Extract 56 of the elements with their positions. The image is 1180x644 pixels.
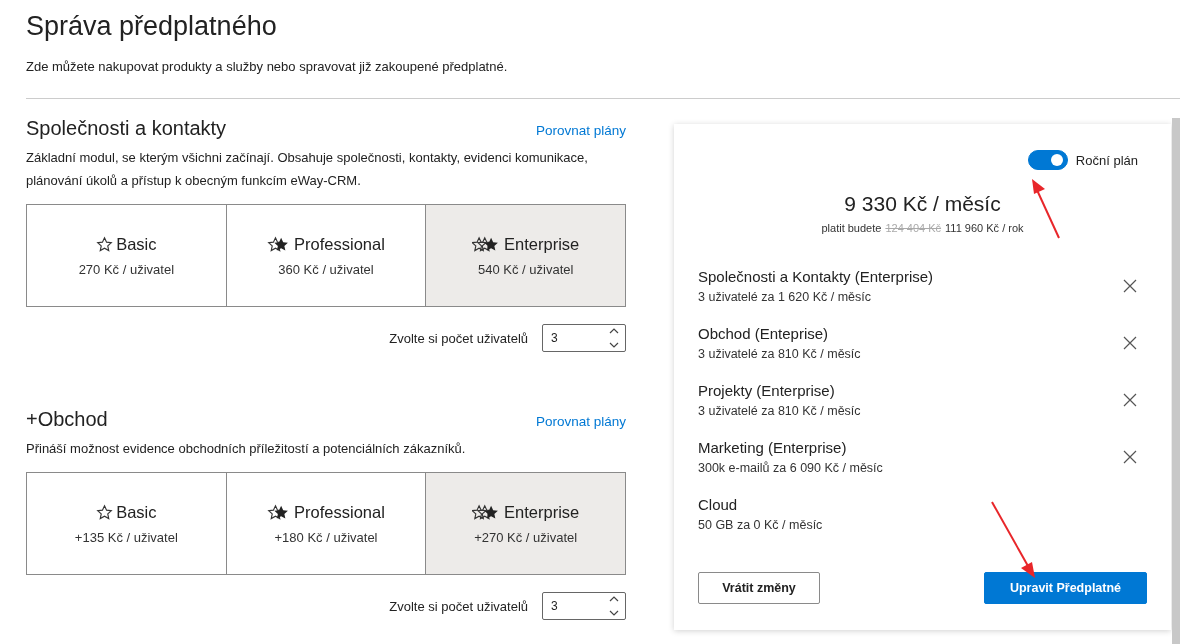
- module-title: Společnosti a kontakty: [26, 117, 227, 140]
- item-name: Obchod (Enteprise): [698, 325, 830, 342]
- user-count-field[interactable]: 3: [542, 592, 626, 620]
- module-title: +Obchod: [26, 408, 108, 431]
- module-description: Přináší možnost evidence obchodních příležitostí a potenciálních zákazníků.: [26, 440, 467, 458]
- plan-card[interactable]: Enterprise +270 Kč / uživatel: [425, 473, 625, 574]
- spinner-arrows-icon[interactable]: [609, 595, 619, 617]
- update-button[interactable]: Upravit Předplatné: [984, 572, 1147, 604]
- plan-name: Professional: [294, 234, 385, 254]
- plan-price: 270 Kč / uživatel: [78, 261, 175, 277]
- plan-name: Basic: [116, 502, 157, 522]
- scrollbar[interactable]: [1172, 118, 1180, 644]
- pay-label: platit budete: [821, 222, 882, 234]
- plan-card[interactable]: Enterprise 540 Kč / uživatel: [425, 205, 625, 306]
- user-count-field[interactable]: 3: [542, 324, 626, 352]
- plan-price: +270 Kč / uživatel: [474, 529, 578, 545]
- item-detail: 3 uživatelé za 1 620 Kč / měsíc: [698, 290, 872, 304]
- close-icon[interactable]: [1123, 450, 1137, 464]
- compare-plans-link[interactable]: Porovnat plány: [535, 123, 626, 138]
- old-price: 124 404 Kč: [885, 222, 942, 234]
- yearly-total: 111 960 Kč / rok: [945, 222, 1024, 234]
- user-count-label: Zvolte si počet uživatelů: [389, 330, 528, 346]
- page-title: Správa předplatného: [25, 10, 278, 42]
- user-count-label: Zvolte si počet uživatelů: [389, 598, 528, 614]
- plan-price: 360 Kč / uživatel: [278, 261, 374, 277]
- page-subtitle: Zde můžete nakupovat produkty a služby nebo spravovat již zakoupené předplatné.: [26, 59, 509, 74]
- star-outline-icon: [96, 503, 114, 521]
- toggle-label: Roční plán: [1075, 152, 1138, 168]
- item-detail: 3 uživatelé za 810 Kč / měsíc: [698, 347, 861, 361]
- close-icon[interactable]: [1123, 336, 1137, 350]
- annual-plan-toggle[interactable]: [1027, 150, 1068, 170]
- module-description: Základní modul, se kterým všichni začínají. Obsahuje společnosti, kontakty, evidenci komunikace, plánování úkolů a přístup k obecným funkcím eWay-CRM.: [26, 149, 589, 190]
- annotation-arrow: [1029, 178, 1061, 240]
- plan-card[interactable]: Basic +135 Kč / uživatel: [27, 473, 226, 574]
- plan-price: +180 Kč / uživatel: [274, 529, 378, 545]
- compare-plans-link[interactable]: Porovnat plány: [535, 414, 626, 429]
- plan-name: Professional: [294, 502, 385, 522]
- item-detail: 3 uživatelé za 810 Kč / měsíc: [698, 404, 861, 418]
- plan-name: Enterprise: [504, 234, 580, 254]
- item-name: Společnosti a Kontakty (Enterprise): [698, 268, 934, 285]
- item-detail: 50 GB za 0 Kč / měsíc: [698, 518, 823, 532]
- close-icon[interactable]: [1123, 393, 1137, 407]
- spinner-arrows-icon[interactable]: [609, 327, 619, 349]
- revert-button[interactable]: Vrátit změny: [698, 572, 820, 604]
- plan-name: Basic: [116, 234, 157, 254]
- close-icon[interactable]: [1123, 279, 1137, 293]
- item-name: Marketing (Enterprise): [698, 439, 848, 456]
- item-name: Projekty (Enterprise): [698, 382, 836, 399]
- plan-card[interactable]: Basic 270 Kč / uživatel: [27, 205, 226, 306]
- plan-price: 540 Kč / uživatel: [478, 261, 574, 277]
- plan-name: Enterprise: [504, 502, 580, 522]
- plan-price: +135 Kč / uživatel: [74, 529, 178, 545]
- monthly-total: 9 330 Kč / měsíc: [843, 192, 1002, 216]
- star-outline-icon: [96, 235, 114, 253]
- item-detail: 300k e-mailů za 6 090 Kč / měsíc: [698, 461, 883, 475]
- item-name: Cloud: [698, 496, 739, 513]
